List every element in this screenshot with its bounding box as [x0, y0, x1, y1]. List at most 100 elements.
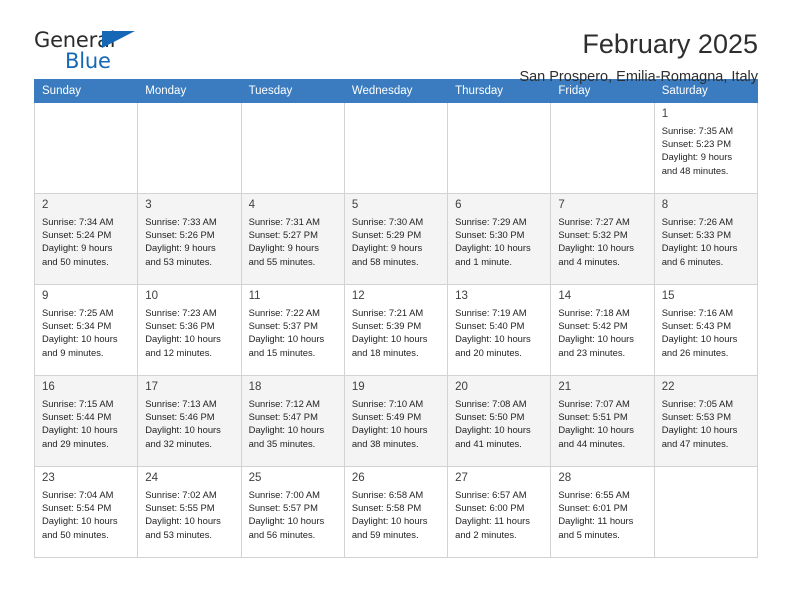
day-cell[interactable]: 20 Sunrise: 7:08 AM Sunset: 5:50 PM Dayli…: [447, 375, 552, 467]
day-number: 6: [455, 199, 462, 211]
page-subtitle: San Prospero, Emilia-Romagna, Italy: [519, 68, 758, 85]
day-cell[interactable]: 24 Sunrise: 7:02 AM Sunset: 5:55 PM Dayli…: [137, 466, 242, 558]
day-cell[interactable]: 12 Sunrise: 7:21 AM Sunset: 5:39 PM Dayli…: [343, 284, 449, 376]
weekday-header-monday: Monday: [137, 79, 242, 103]
day-number: 27: [455, 472, 468, 484]
day-cell[interactable]: 1 Sunrise: 7:35 AM Sunset: 5:23 PM Daylig…: [653, 102, 759, 194]
day-cell[interactable]: [240, 102, 345, 194]
calendar-week-row: 9 Sunrise: 7:25 AM Sunset: 5:34 PM Daylig…: [33, 284, 759, 376]
day-cell[interactable]: 9 Sunrise: 7:25 AM Sunset: 5:34 PM Daylig…: [33, 284, 139, 376]
day-cell[interactable]: 15 Sunrise: 7:16 AM Sunset: 5:43 PM Dayli…: [653, 284, 759, 376]
day-cell[interactable]: [137, 102, 242, 194]
day-sun-info: Sunrise: 6:58 AM Sunset: 5:58 PM Dayligh…: [351, 489, 428, 540]
day-sun-info: Sunrise: 6:55 AM Sunset: 6:01 PM Dayligh…: [558, 489, 634, 540]
day-number: 5: [351, 199, 359, 211]
day-cell[interactable]: 23 Sunrise: 7:04 AM Sunset: 5:54 PM Dayli…: [33, 466, 139, 558]
day-cell[interactable]: 28 Sunrise: 6:55 AM Sunset: 6:01 PM Dayli…: [550, 466, 655, 558]
day-sun-info: Sunrise: 7:07 AM Sunset: 5:51 PM Dayligh…: [558, 398, 634, 449]
day-cell[interactable]: 19 Sunrise: 7:10 AM Sunset: 5:49 PM Dayli…: [343, 375, 449, 467]
day-cell[interactable]: 25 Sunrise: 7:00 AM Sunset: 5:57 PM Dayli…: [240, 466, 345, 558]
day-cell[interactable]: 13 Sunrise: 7:19 AM Sunset: 5:40 PM Dayli…: [447, 284, 552, 376]
day-cell[interactable]: 6 Sunrise: 7:29 AM Sunset: 5:30 PM Daylig…: [447, 193, 552, 285]
day-sun-info: Sunrise: 7:21 AM Sunset: 5:39 PM Dayligh…: [351, 307, 428, 358]
calendar-page: General Blue February 2025 San Prospero,…: [0, 0, 792, 612]
day-sun-info: Sunrise: 7:04 AM Sunset: 5:54 PM Dayligh…: [42, 489, 118, 540]
day-cell[interactable]: [653, 466, 759, 558]
day-number: 14: [558, 290, 572, 302]
calendar-week-row: 23 Sunrise: 7:04 AM Sunset: 5:54 PM Dayli…: [33, 466, 759, 558]
day-cell[interactable]: 11 Sunrise: 7:22 AM Sunset: 5:37 PM Dayli…: [240, 284, 345, 376]
day-number: 20: [455, 381, 468, 393]
day-number: 28: [558, 472, 572, 484]
day-number: 1: [661, 108, 669, 120]
day-number: 12: [351, 290, 365, 302]
day-sun-info: Sunrise: 6:57 AM Sunset: 6:00 PM Dayligh…: [455, 489, 530, 540]
day-cell[interactable]: [447, 102, 552, 194]
day-sun-info: Sunrise: 7:30 AM Sunset: 5:29 PM Dayligh…: [351, 216, 424, 267]
day-cell[interactable]: 5 Sunrise: 7:30 AM Sunset: 5:29 PM Daylig…: [343, 193, 449, 285]
day-number: 17: [145, 381, 159, 393]
day-number: 2: [42, 199, 49, 211]
logo-text-blue: Blue: [65, 49, 111, 73]
page-title: February 2025: [582, 29, 758, 59]
day-number: 24: [145, 472, 159, 484]
day-sun-info: Sunrise: 7:29 AM Sunset: 5:30 PM Dayligh…: [455, 216, 531, 267]
day-cell[interactable]: 14 Sunrise: 7:18 AM Sunset: 5:42 PM Dayli…: [550, 284, 655, 376]
day-cell[interactable]: 22 Sunrise: 7:05 AM Sunset: 5:53 PM Dayli…: [653, 375, 759, 467]
day-sun-info: Sunrise: 7:15 AM Sunset: 5:44 PM Dayligh…: [42, 398, 118, 449]
calendar-week-row: 2 Sunrise: 7:34 AM Sunset: 5:24 PM Daylig…: [33, 193, 759, 285]
day-sun-info: Sunrise: 7:27 AM Sunset: 5:32 PM Dayligh…: [558, 216, 634, 267]
day-number: 25: [248, 472, 262, 484]
calendar-body: 1 Sunrise: 7:35 AM Sunset: 5:23 PM Daylig…: [33, 102, 759, 558]
day-sun-info: Sunrise: 7:00 AM Sunset: 5:57 PM Dayligh…: [248, 489, 325, 540]
day-cell[interactable]: 27 Sunrise: 6:57 AM Sunset: 6:00 PM Dayli…: [447, 466, 552, 558]
day-cell[interactable]: 4 Sunrise: 7:31 AM Sunset: 5:27 PM Daylig…: [240, 193, 345, 285]
day-cell[interactable]: [33, 102, 139, 194]
day-sun-info: Sunrise: 7:02 AM Sunset: 5:55 PM Dayligh…: [145, 489, 221, 540]
weekday-header-wednesday: Wednesday: [343, 79, 449, 103]
day-cell[interactable]: 18 Sunrise: 7:12 AM Sunset: 5:47 PM Dayli…: [240, 375, 345, 467]
day-cell[interactable]: 26 Sunrise: 6:58 AM Sunset: 5:58 PM Dayli…: [343, 466, 449, 558]
day-sun-info: Sunrise: 7:08 AM Sunset: 5:50 PM Dayligh…: [455, 398, 531, 449]
day-number: 8: [661, 199, 669, 211]
day-sun-info: Sunrise: 7:31 AM Sunset: 5:27 PM Dayligh…: [248, 216, 320, 267]
day-sun-info: Sunrise: 7:23 AM Sunset: 5:36 PM Dayligh…: [145, 307, 221, 358]
calendar-week-row: 1 Sunrise: 7:35 AM Sunset: 5:23 PM Daylig…: [33, 102, 759, 194]
day-sun-info: Sunrise: 7:26 AM Sunset: 5:33 PM Dayligh…: [661, 216, 738, 267]
day-sun-info: Sunrise: 7:34 AM Sunset: 5:24 PM Dayligh…: [42, 216, 114, 267]
title-block: February 2025 San Prospero, Emilia-Romag…: [519, 28, 758, 85]
logo-triangle-icon: [102, 31, 135, 48]
day-number: 11: [248, 290, 261, 302]
day-number: 18: [248, 381, 262, 393]
day-number: 19: [351, 381, 365, 393]
day-number: 22: [661, 381, 675, 393]
page-header: General Blue February 2025 San Prospero,…: [34, 0, 758, 85]
day-number: 13: [455, 290, 468, 302]
weekday-header-sunday: Sunday: [33, 79, 139, 103]
day-sun-info: Sunrise: 7:22 AM Sunset: 5:37 PM Dayligh…: [248, 307, 325, 358]
day-cell[interactable]: 21 Sunrise: 7:07 AM Sunset: 5:51 PM Dayli…: [550, 375, 655, 467]
day-number: 3: [145, 199, 152, 211]
day-cell[interactable]: [343, 102, 449, 194]
day-sun-info: Sunrise: 7:10 AM Sunset: 5:49 PM Dayligh…: [351, 398, 428, 449]
day-number: 26: [351, 472, 365, 484]
day-cell[interactable]: [550, 102, 655, 194]
day-cell[interactable]: 10 Sunrise: 7:23 AM Sunset: 5:36 PM Dayli…: [137, 284, 242, 376]
day-sun-info: Sunrise: 7:35 AM Sunset: 5:23 PM Dayligh…: [661, 125, 734, 176]
general-blue-logo[interactable]: General Blue: [34, 28, 144, 74]
day-number: 15: [661, 290, 675, 302]
day-cell[interactable]: 16 Sunrise: 7:15 AM Sunset: 5:44 PM Dayli…: [33, 375, 139, 467]
day-sun-info: Sunrise: 7:05 AM Sunset: 5:53 PM Dayligh…: [661, 398, 738, 449]
day-cell[interactable]: 7 Sunrise: 7:27 AM Sunset: 5:32 PM Daylig…: [550, 193, 655, 285]
day-cell[interactable]: 8 Sunrise: 7:26 AM Sunset: 5:33 PM Daylig…: [653, 193, 759, 285]
day-number: 4: [248, 199, 255, 211]
day-sun-info: Sunrise: 7:19 AM Sunset: 5:40 PM Dayligh…: [455, 307, 531, 358]
day-number: 9: [42, 290, 49, 302]
day-cell[interactable]: 3 Sunrise: 7:33 AM Sunset: 5:26 PM Daylig…: [137, 193, 242, 285]
day-cell[interactable]: 17 Sunrise: 7:13 AM Sunset: 5:46 PM Dayli…: [137, 375, 242, 467]
day-cell[interactable]: 2 Sunrise: 7:34 AM Sunset: 5:24 PM Daylig…: [33, 193, 139, 285]
day-sun-info: Sunrise: 7:16 AM Sunset: 5:43 PM Dayligh…: [661, 307, 738, 358]
day-sun-info: Sunrise: 7:25 AM Sunset: 5:34 PM Dayligh…: [42, 307, 118, 358]
weekday-header-tuesday: Tuesday: [240, 79, 345, 103]
calendar-week-row: 16 Sunrise: 7:15 AM Sunset: 5:44 PM Dayli…: [33, 375, 759, 467]
